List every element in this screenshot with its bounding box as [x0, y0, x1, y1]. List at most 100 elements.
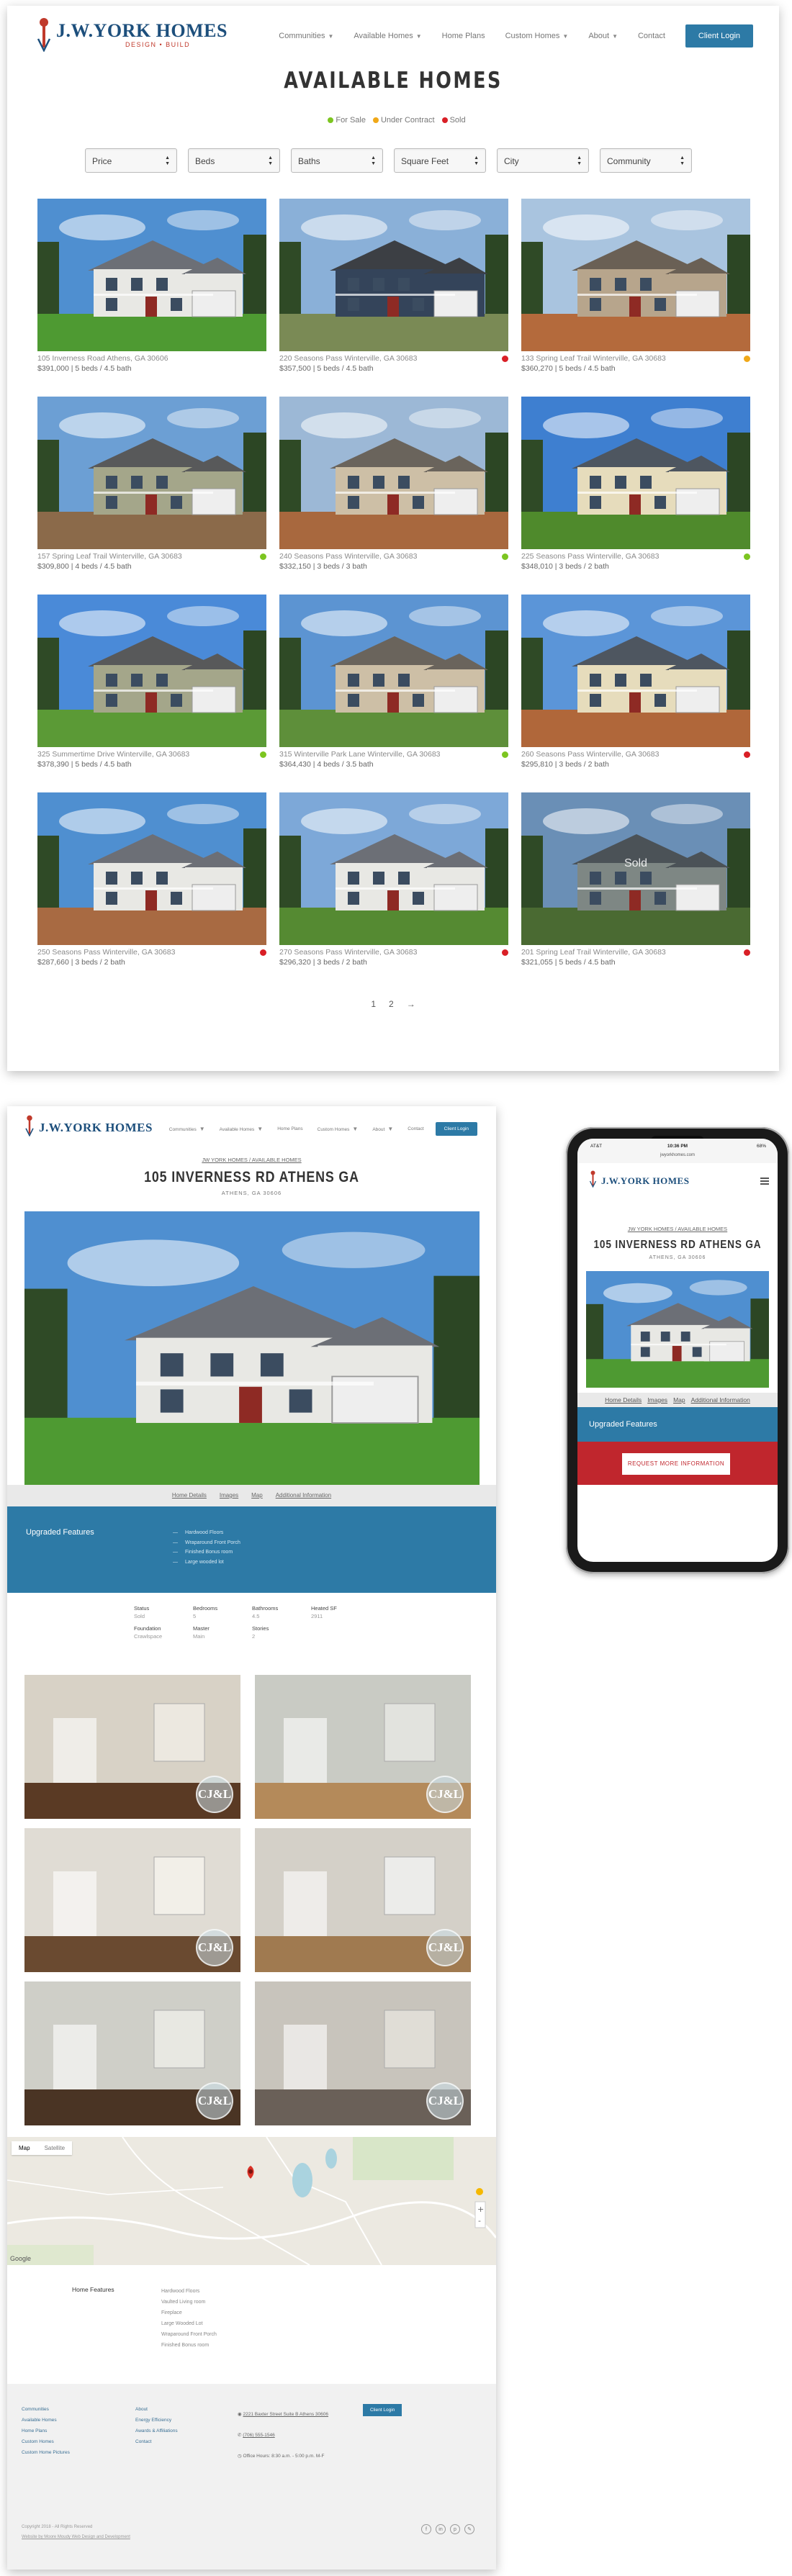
home-card[interactable]: 220 Seasons Pass Winterville, GA 30683 $3… [279, 199, 508, 379]
home-card[interactable]: Sold 201 Spring Leaf Trail Winterville, G… [521, 792, 750, 972]
home-card[interactable]: 270 Seasons Pass Winterville, GA 30683 $2… [279, 792, 508, 972]
home-photo[interactable] [37, 595, 266, 747]
home-photo[interactable] [279, 792, 508, 945]
home-photo[interactable] [37, 199, 266, 351]
home-card[interactable]: 260 Seasons Pass Winterville, GA 30683 $2… [521, 595, 750, 774]
filter-baths-select[interactable]: Baths ▲ ▼ [291, 148, 383, 173]
nav-item-communities[interactable]: Communities ▼ [169, 1126, 205, 1132]
nav-item-contact[interactable]: Contact [638, 32, 665, 40]
nav-item-custom-homes[interactable]: Custom Homes ▼ [318, 1126, 359, 1132]
home-photo[interactable] [37, 397, 266, 549]
nav-item-home-plans[interactable]: Home Plans [277, 1126, 302, 1131]
nav-item-communities[interactable]: Communities ▼ [279, 32, 333, 40]
gallery-photo[interactable]: CJ&L [255, 1828, 471, 1972]
blog-icon[interactable]: ✎ [464, 2524, 474, 2534]
footer-link[interactable]: About [135, 2404, 178, 2415]
gallery-photo[interactable]: CJ&L [255, 1981, 471, 2125]
tab-images[interactable]: Images [220, 1492, 238, 1499]
home-address[interactable]: 225 Seasons Pass Winterville, GA 30683 [521, 552, 659, 561]
home-photo[interactable]: Sold [521, 792, 750, 945]
home-address[interactable]: 157 Spring Leaf Trail Winterville, GA 30… [37, 552, 182, 561]
filter-city-select[interactable]: City ▲ ▼ [497, 148, 589, 173]
pinterest-icon[interactable]: p [450, 2524, 460, 2534]
tab-map[interactable]: Map [673, 1396, 685, 1404]
brand-logo[interactable]: J.W.YORK HOMES [24, 1115, 153, 1140]
footer-link[interactable]: Custom Home Pictures [22, 2447, 70, 2458]
footer-address[interactable]: 2221 Baxter Street Suite B Athens 30606 [243, 2412, 328, 2417]
home-photo[interactable] [521, 397, 750, 549]
footer-link[interactable]: Available Homes [22, 2415, 70, 2426]
filter-community-select[interactable]: Community ▲ ▼ [600, 148, 692, 173]
home-address[interactable]: 240 Seasons Pass Winterville, GA 30683 [279, 552, 417, 561]
developer-credit[interactable]: Website by Moore Moudy Web Design and De… [22, 2532, 130, 2542]
upgraded-features-toggle[interactable]: Upgraded Features [577, 1407, 778, 1442]
request-info-button[interactable]: REQUEST MORE INFORMATION [622, 1453, 730, 1475]
nav-item-home-plans[interactable]: Home Plans [442, 32, 485, 40]
hamburger-menu-icon[interactable] [760, 1178, 769, 1186]
tab-images[interactable]: Images [647, 1396, 667, 1404]
home-photo[interactable] [37, 792, 266, 945]
home-card[interactable]: 225 Seasons Pass Winterville, GA 30683 $3… [521, 397, 750, 577]
filter-price-select[interactable]: Price ▲ ▼ [85, 148, 177, 173]
home-card[interactable]: 315 Winterville Park Lane Winterville, G… [279, 595, 508, 774]
filter-beds-select[interactable]: Beds ▲ ▼ [188, 148, 280, 173]
tab-home-details[interactable]: Home Details [605, 1396, 642, 1404]
gallery-photo[interactable]: CJ&L [24, 1981, 240, 2125]
footer-client-login-button[interactable]: Client Login [363, 2404, 402, 2416]
nav-item-custom-homes[interactable]: Custom Homes ▼ [505, 32, 569, 40]
footer-link[interactable]: Home Plans [22, 2426, 70, 2436]
home-card[interactable]: 157 Spring Leaf Trail Winterville, GA 30… [37, 397, 266, 577]
brand-logo[interactable]: J.W.YORK HOMES [589, 1170, 689, 1191]
home-address[interactable]: 260 Seasons Pass Winterville, GA 30683 [521, 750, 659, 759]
footer-link[interactable]: Energy Efficiency [135, 2415, 178, 2426]
home-address[interactable]: 270 Seasons Pass Winterville, GA 30683 [279, 948, 417, 957]
page-link-1[interactable]: 1 [371, 999, 376, 1009]
breadcrumb[interactable]: JW YORK HOMES / AVAILABLE HOMES [7, 1157, 496, 1163]
gallery-photo[interactable]: CJ&L [24, 1828, 240, 1972]
home-card[interactable]: 240 Seasons Pass Winterville, GA 30683 $3… [279, 397, 508, 577]
gallery-photo[interactable]: CJ&L [24, 1675, 240, 1819]
footer-link[interactable]: Contact [135, 2436, 178, 2447]
footer-link[interactable]: Communities [22, 2404, 70, 2415]
home-card[interactable]: 105 Inverness Road Athens, GA 30606 $391,… [37, 199, 266, 379]
nav-item-available-homes[interactable]: Available Homes ▼ [220, 1126, 264, 1132]
home-card[interactable]: 133 Spring Leaf Trail Winterville, GA 30… [521, 199, 750, 379]
nav-item-available-homes[interactable]: Available Homes ▼ [354, 32, 421, 40]
hero-photo[interactable] [586, 1271, 769, 1388]
footer-phone[interactable]: (706) 555-1546 [243, 2433, 274, 2438]
brand-logo[interactable]: J.W.YORK HOMES DESIGN • BUILD [36, 17, 228, 52]
home-card[interactable]: 325 Summertime Drive Winterville, GA 306… [37, 595, 266, 774]
home-card[interactable]: 250 Seasons Pass Winterville, GA 30683 $2… [37, 792, 266, 972]
tab-additional-information[interactable]: Additional Information [276, 1492, 331, 1499]
tab-home-details[interactable]: Home Details [172, 1492, 207, 1499]
nav-item-about[interactable]: About ▼ [372, 1126, 393, 1132]
client-login-button[interactable]: Client Login [685, 24, 753, 48]
nav-item-about[interactable]: About ▼ [588, 32, 618, 40]
home-address[interactable]: 133 Spring Leaf Trail Winterville, GA 30… [521, 354, 666, 363]
home-address[interactable]: 315 Winterville Park Lane Winterville, G… [279, 750, 441, 759]
linkedin-icon[interactable]: in [436, 2524, 446, 2534]
home-photo[interactable] [521, 595, 750, 747]
home-address[interactable]: 201 Spring Leaf Trail Winterville, GA 30… [521, 948, 666, 957]
url-bar[interactable]: jwyorkhomes.com [577, 1153, 778, 1163]
tab-additional-information[interactable]: Additional Information [691, 1396, 750, 1404]
footer-link[interactable]: Awards & Affiliations [135, 2426, 178, 2436]
home-address[interactable]: 220 Seasons Pass Winterville, GA 30683 [279, 354, 417, 363]
home-address[interactable]: 325 Summertime Drive Winterville, GA 306… [37, 750, 189, 759]
home-address[interactable]: 250 Seasons Pass Winterville, GA 30683 [37, 948, 175, 957]
facebook-icon[interactable]: f [421, 2524, 431, 2534]
next-page-arrow-icon[interactable]: → [407, 999, 415, 1009]
nav-item-contact[interactable]: Contact [408, 1126, 423, 1131]
home-photo[interactable] [279, 595, 508, 747]
home-photo[interactable] [521, 199, 750, 351]
location-map[interactable]: + - Map Satellite Google [7, 2137, 496, 2265]
home-photo[interactable] [279, 397, 508, 549]
map-tab-map[interactable]: Map [12, 2141, 37, 2155]
home-address[interactable]: 105 Inverness Road Athens, GA 30606 [37, 354, 168, 363]
map-tab-satellite[interactable]: Satellite [37, 2141, 72, 2155]
page-link-2[interactable]: 2 [389, 999, 394, 1009]
footer-link[interactable]: Custom Homes [22, 2436, 70, 2447]
tab-map[interactable]: Map [251, 1492, 263, 1499]
client-login-button[interactable]: Client Login [435, 1122, 477, 1136]
gallery-photo[interactable]: CJ&L [255, 1675, 471, 1819]
